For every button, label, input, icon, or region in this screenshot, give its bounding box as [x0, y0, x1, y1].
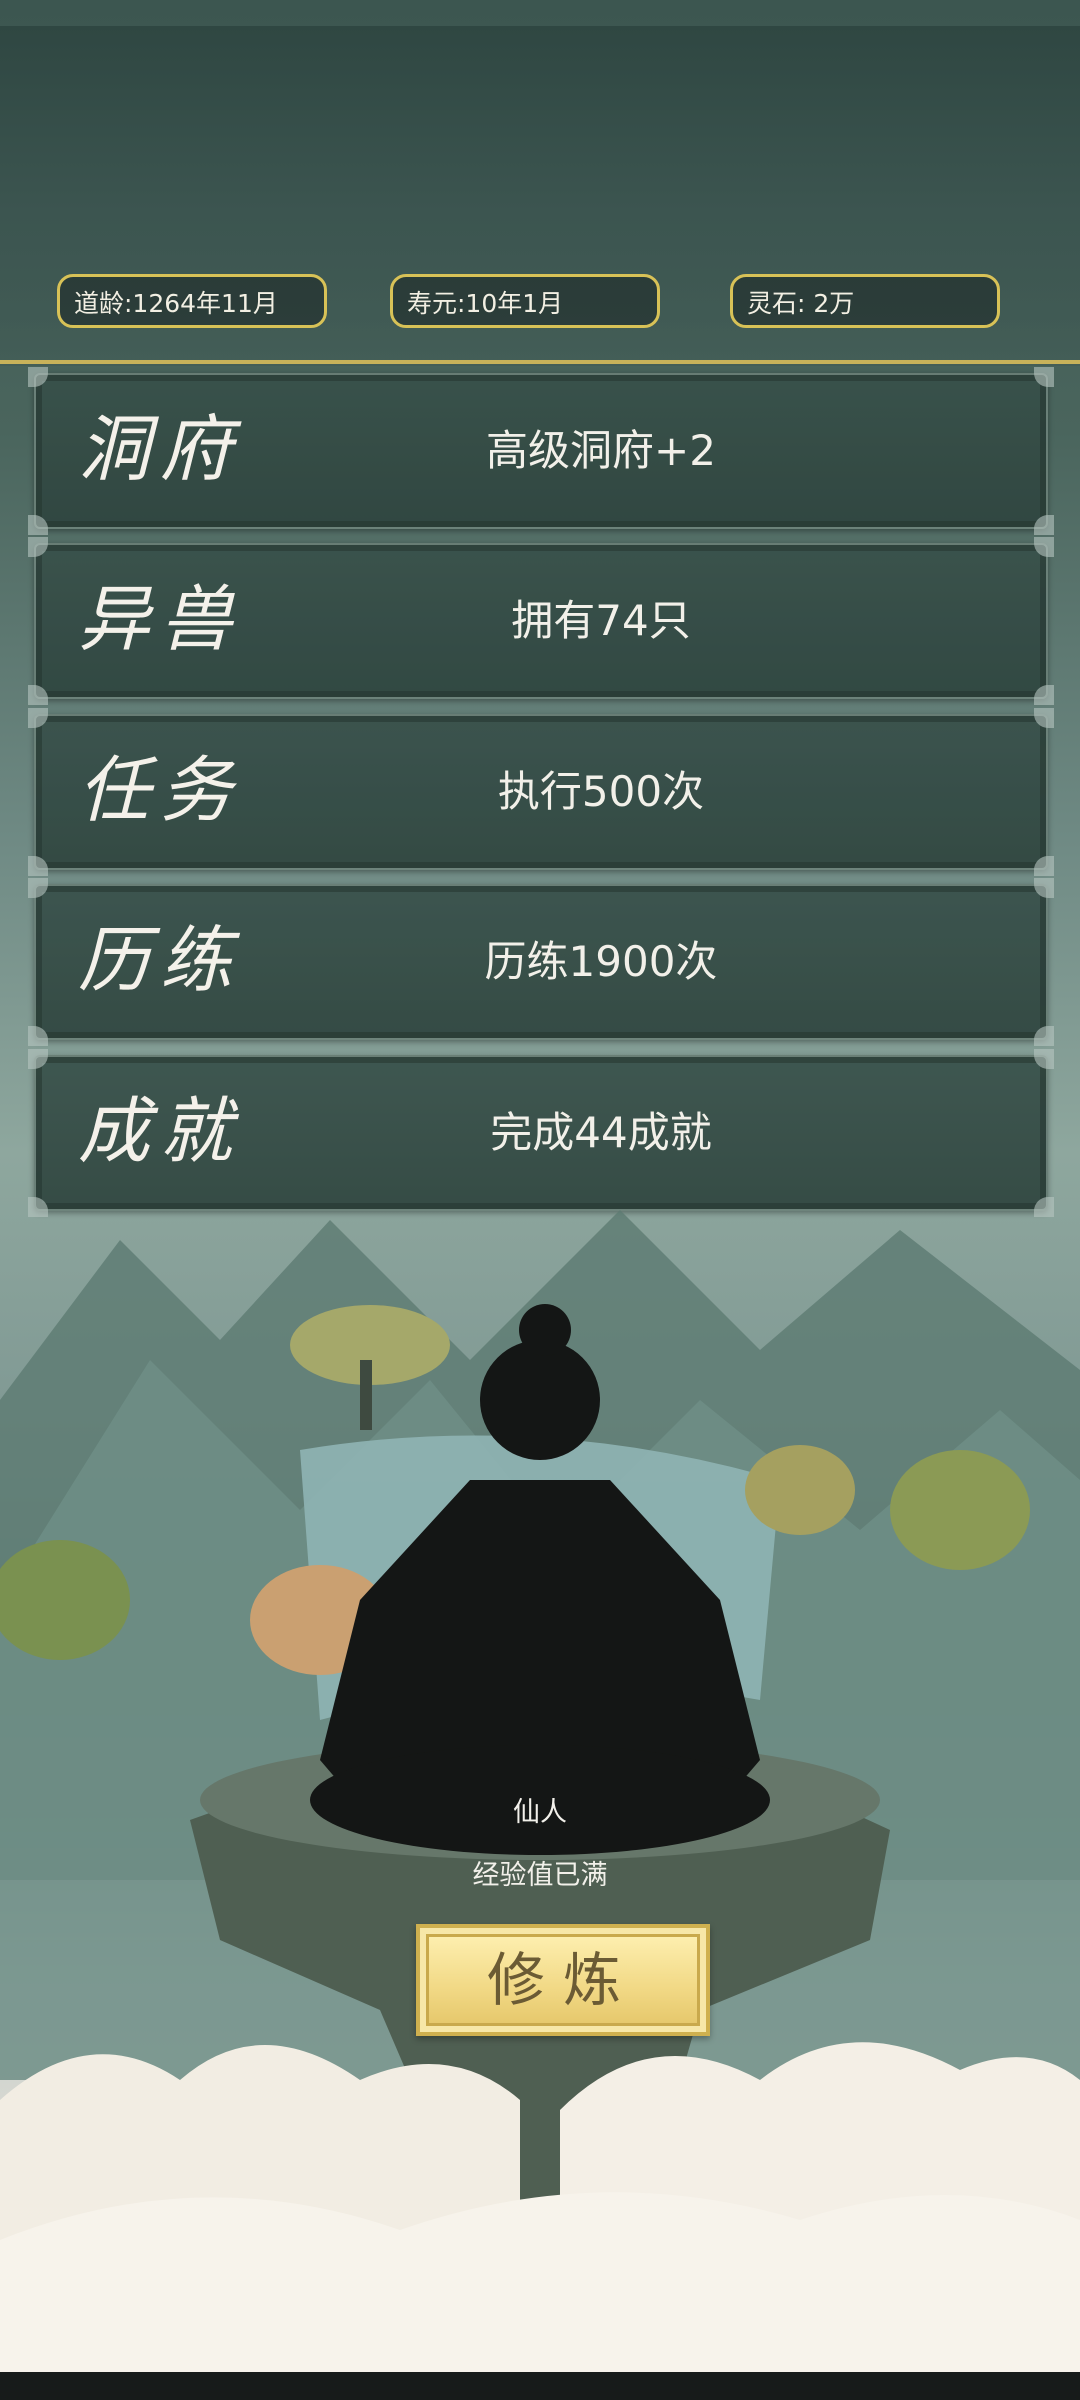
panel-training[interactable]: 历练 历练1900次: [28, 878, 1054, 1046]
corner-ornament: [1034, 515, 1054, 535]
corner-ornament: [28, 878, 48, 898]
corner-ornament: [1034, 856, 1054, 876]
dao-age-stat: 道龄:1264年11月: [57, 274, 327, 328]
corner-ornament: [28, 856, 48, 876]
panel-cave-dwelling[interactable]: 洞府 高级洞府+2: [28, 367, 1054, 535]
panel-title: 成就: [78, 1089, 243, 1173]
character-name: 仙人: [513, 1797, 567, 1828]
panel-title: 任务: [78, 748, 243, 832]
corner-ornament: [1034, 708, 1054, 728]
corner-ornament: [1034, 1026, 1054, 1046]
lifespan-stat: 寿元:10年1月: [390, 274, 660, 328]
tree-trunk: [360, 1360, 372, 1430]
corner-ornament: [1034, 537, 1054, 557]
cloud: [0, 2192, 1080, 2400]
panel-title: 洞府: [78, 407, 243, 491]
panel-value: 拥有74只: [511, 596, 691, 645]
top-frame-divider: [0, 360, 1080, 364]
corner-ornament: [28, 1026, 48, 1046]
corner-ornament: [28, 537, 48, 557]
corner-ornament: [28, 367, 48, 387]
panel-beasts[interactable]: 异兽 拥有74只: [28, 537, 1054, 705]
cultivate-button[interactable]: 修炼: [416, 1924, 710, 2036]
corner-ornament: [1034, 1049, 1054, 1069]
tree-foliage: [890, 1450, 1030, 1570]
system-nav-bar: [0, 2372, 1080, 2400]
panel-value: 完成44成就: [490, 1108, 712, 1157]
corner-ornament: [1034, 685, 1054, 705]
experience-status: 经验值已满: [472, 1860, 608, 1891]
tree-foliage: [745, 1445, 855, 1535]
corner-ornament: [28, 515, 48, 535]
panel-title: 历练: [78, 918, 243, 1002]
corner-ornament: [1034, 878, 1054, 898]
panel-missions[interactable]: 任务 执行500次: [28, 708, 1054, 876]
corner-ornament: [28, 708, 48, 728]
spirit-stone-stat: 灵石: 2万: [730, 274, 1000, 328]
panel-value: 执行500次: [497, 767, 705, 816]
panel-value: 高级洞府+2: [486, 426, 716, 475]
corner-ornament: [28, 685, 48, 705]
game-screen: 道龄:1264年11月 寿元:10年1月 灵石: 2万 洞府 高级洞府+2 异兽…: [0, 0, 1080, 2400]
corner-ornament: [28, 1049, 48, 1069]
corner-ornament: [1034, 367, 1054, 387]
panel-value: 历练1900次: [484, 937, 718, 986]
panel-title: 异兽: [78, 577, 243, 661]
